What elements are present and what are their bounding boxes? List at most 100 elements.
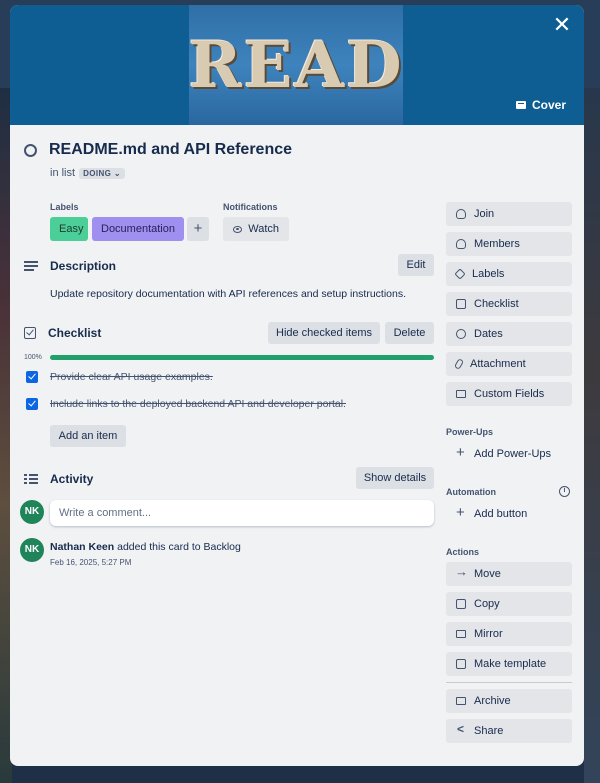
checklist-icon <box>456 299 466 309</box>
hide-checked-items-button[interactable]: Hide checked items <box>268 322 380 344</box>
plus-icon <box>456 444 466 461</box>
copy-button[interactable]: Copy <box>446 592 572 616</box>
plus-icon <box>456 504 466 521</box>
add-checklist-item-button[interactable]: Add an item <box>50 425 126 447</box>
avatar[interactable]: NK <box>20 538 44 562</box>
info-icon[interactable]: i <box>559 486 570 497</box>
members-label: Members <box>474 238 520 250</box>
description-icon <box>24 260 38 272</box>
checklist-button[interactable]: Checklist <box>446 292 572 316</box>
label-easy[interactable]: Easy <box>50 217 88 241</box>
activity-icon <box>24 473 38 485</box>
complete-toggle[interactable] <box>24 143 37 157</box>
activity-timestamp[interactable]: Feb 16, 2025, 5:27 PM <box>50 558 131 567</box>
activity-heading: Activity <box>50 472 94 486</box>
close-icon: ✕ <box>552 12 572 37</box>
actions-heading: Actions <box>446 547 480 557</box>
checklist-progress-bar <box>50 355 434 360</box>
card-title-row: README.md and API Reference <box>24 141 292 159</box>
archive-icon <box>456 697 466 705</box>
join-button[interactable]: Join <box>446 202 572 226</box>
user-icon <box>456 209 466 219</box>
description-text[interactable]: Update repository documentation with API… <box>50 288 406 300</box>
list-name: DOING <box>83 168 112 178</box>
add-powerups-label: Add Power-Ups <box>474 448 552 460</box>
sidebar-divider <box>446 682 572 683</box>
clock-icon <box>456 329 466 339</box>
dates-button[interactable]: Dates <box>446 322 572 346</box>
checklist-heading[interactable]: Checklist <box>48 326 101 340</box>
checkbox-checked-icon[interactable] <box>26 398 38 410</box>
checklist-percent: 100% <box>24 354 42 361</box>
arrow-right-icon <box>455 564 468 579</box>
checklist-item[interactable]: Provide clear API usage examples. <box>26 371 213 383</box>
tag-icon <box>454 268 466 280</box>
copy-icon <box>456 599 466 609</box>
close-button[interactable]: ✕ <box>548 11 576 39</box>
comment-input[interactable] <box>59 507 425 519</box>
archive-button[interactable]: Archive <box>446 689 572 713</box>
add-button-button[interactable]: Add button <box>446 502 572 526</box>
add-powerups-button[interactable]: Add Power-Ups <box>446 442 572 466</box>
checklist-progress-fill <box>50 355 434 360</box>
labels-button[interactable]: Labels <box>446 262 572 286</box>
checklist-item[interactable]: Include links to the deployed backend AP… <box>26 398 346 410</box>
label-documentation[interactable]: Documentation <box>92 217 184 241</box>
checkbox-checked-icon[interactable] <box>26 371 38 383</box>
custom-fields-icon <box>456 390 466 398</box>
show-details-button[interactable]: Show details <box>356 467 434 489</box>
cover-image: READ <box>188 5 404 125</box>
members-icon <box>456 239 466 249</box>
activity-user[interactable]: Nathan Keen <box>50 541 114 553</box>
checklist-item-text[interactable]: Include links to the deployed backend AP… <box>50 398 346 410</box>
template-icon <box>456 659 466 669</box>
card-detail-dialog: READ ✕ Cover README.md and API Reference… <box>10 5 584 766</box>
card-list-info: in list DOING ⌄ <box>50 167 126 179</box>
cover-button-label: Cover <box>531 98 566 112</box>
description-heading: Description <box>50 259 117 273</box>
activity-text: added this card to Backlog <box>114 541 241 553</box>
comment-field[interactable] <box>50 500 434 526</box>
share-button[interactable]: Share <box>446 719 572 743</box>
edit-description-button[interactable]: Edit <box>398 254 434 276</box>
activity-header: Activity <box>24 472 93 486</box>
checklist-item-text[interactable]: Provide clear API usage examples. <box>50 371 213 383</box>
activity-entry: Nathan Keen added this card to Backlog <box>50 541 241 553</box>
checklist-label: Checklist <box>474 298 519 310</box>
custom-fields-label: Custom Fields <box>474 388 545 400</box>
plus-icon: + <box>193 220 203 237</box>
labels-label: Labels <box>472 268 505 280</box>
powerups-heading: Power-Ups <box>446 427 494 437</box>
mirror-label: Mirror <box>474 628 503 640</box>
labels-heading: Labels <box>50 202 79 212</box>
move-label: Move <box>474 568 501 580</box>
dates-label: Dates <box>474 328 503 340</box>
card-title[interactable]: README.md and API Reference <box>49 141 292 159</box>
share-icon <box>456 722 466 736</box>
custom-fields-button[interactable]: Custom Fields <box>446 382 572 406</box>
make-template-button[interactable]: Make template <box>446 652 572 676</box>
watch-button[interactable]: Watch <box>223 217 289 241</box>
join-label: Join <box>474 208 495 220</box>
mirror-icon <box>456 630 466 638</box>
notifications-heading: Notifications <box>223 202 278 212</box>
list-select[interactable]: DOING ⌄ <box>79 167 126 179</box>
add-label-button[interactable]: + <box>187 217 209 241</box>
make-template-label: Make template <box>474 658 547 670</box>
delete-checklist-button[interactable]: Delete <box>385 322 434 344</box>
automation-heading: Automation <box>446 487 496 497</box>
archive-label: Archive <box>474 695 511 707</box>
members-button[interactable]: Members <box>446 232 572 256</box>
cover-button[interactable]: Cover <box>508 93 574 117</box>
chevron-down-icon: ⌄ <box>113 168 122 178</box>
watch-label: Watch <box>248 223 279 235</box>
add-button-label: Add button <box>474 508 528 520</box>
move-button[interactable]: Move <box>446 562 572 586</box>
avatar[interactable]: NK <box>20 500 44 524</box>
card-cover: READ ✕ Cover <box>10 5 584 125</box>
eye-icon <box>233 225 243 233</box>
attachment-button[interactable]: Attachment <box>446 352 572 376</box>
cover-image-lettering: READ <box>188 27 404 103</box>
mirror-button[interactable]: Mirror <box>446 622 572 646</box>
copy-label: Copy <box>474 598 500 610</box>
